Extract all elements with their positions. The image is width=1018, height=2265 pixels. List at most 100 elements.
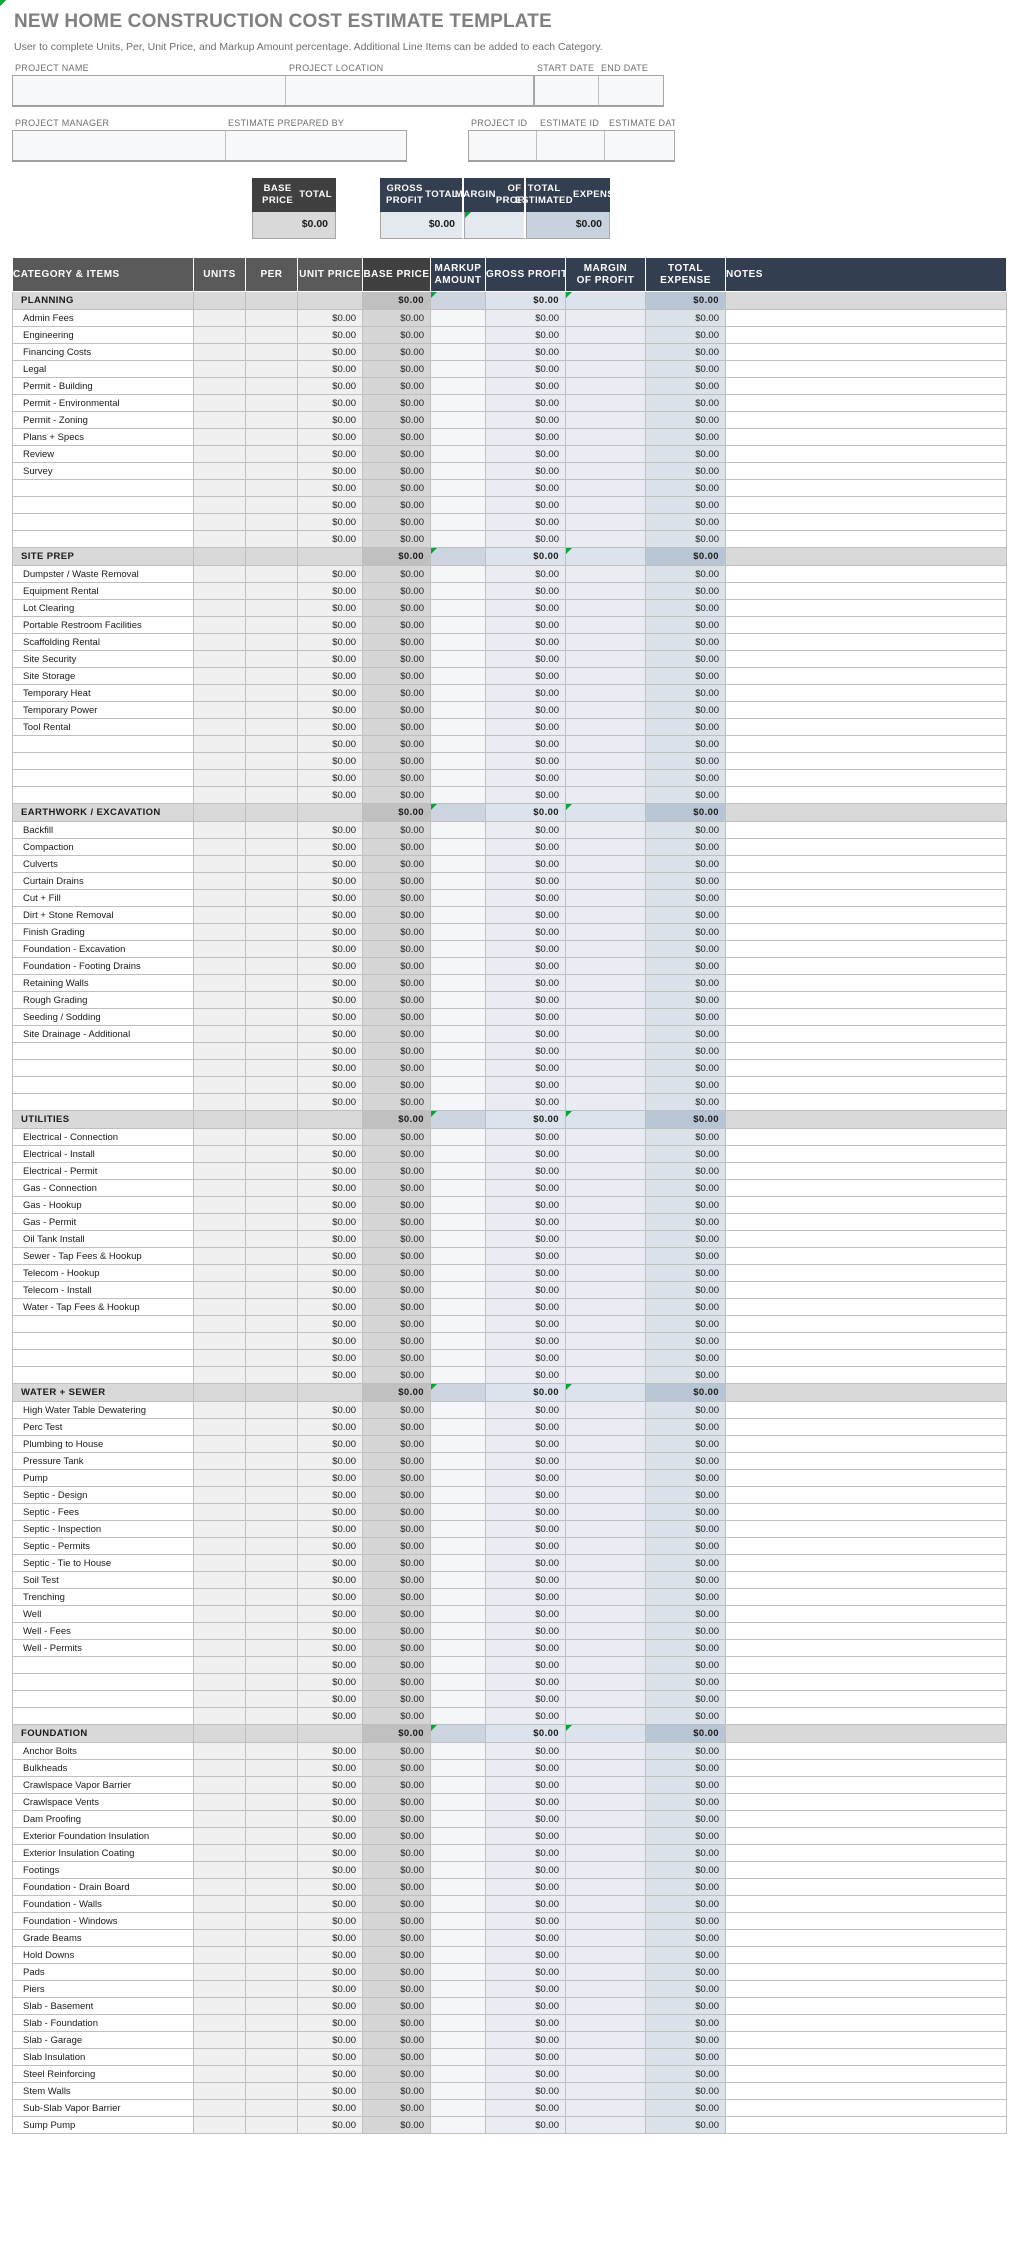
row-unit-price[interactable]: $0.00 bbox=[297, 1503, 363, 1521]
row-base-price[interactable]: $0.00 bbox=[362, 2048, 431, 2066]
row-per[interactable] bbox=[245, 530, 298, 548]
table-row[interactable]: Sub-Slab Vapor Barrier $0.00 $0.00 $0.00 $0.… bbox=[12, 2099, 1007, 2117]
row-units[interactable] bbox=[193, 1776, 246, 1794]
row-margin-of-profit[interactable] bbox=[565, 1298, 646, 1316]
row-base-price[interactable]: $0.00 bbox=[362, 1452, 431, 1470]
row-per[interactable] bbox=[245, 599, 298, 617]
row-units[interactable] bbox=[193, 906, 246, 924]
row-unit-price[interactable]: $0.00 bbox=[297, 1435, 363, 1453]
row-notes[interactable] bbox=[725, 1059, 1007, 1077]
row-item-name[interactable]: Cut + Fill bbox=[12, 889, 194, 907]
table-row[interactable]: Temporary Power $0.00 $0.00 $0.00 $0.00 bbox=[12, 701, 1007, 719]
row-item-name[interactable]: Dumpster / Waste Removal bbox=[12, 565, 194, 583]
row-total-expense[interactable]: $0.00 bbox=[645, 1366, 726, 1384]
row-units[interactable] bbox=[193, 1128, 246, 1146]
row-gross-profit[interactable]: $0.00 bbox=[485, 1298, 566, 1316]
section-notes-cell[interactable] bbox=[725, 547, 1007, 566]
row-total-expense[interactable]: $0.00 bbox=[645, 1759, 726, 1777]
row-margin-of-profit[interactable] bbox=[565, 957, 646, 975]
row-units[interactable] bbox=[193, 1605, 246, 1623]
section-margin-cell[interactable] bbox=[565, 1110, 646, 1129]
table-row[interactable]: Stem Walls $0.00 $0.00 $0.00 $0.00 bbox=[12, 2082, 1007, 2100]
row-markup-amount[interactable] bbox=[430, 530, 486, 548]
row-base-price[interactable]: $0.00 bbox=[362, 1980, 431, 1998]
row-markup-amount[interactable] bbox=[430, 411, 486, 429]
row-item-name[interactable]: Sub-Slab Vapor Barrier bbox=[12, 2099, 194, 2117]
row-markup-amount[interactable] bbox=[430, 1247, 486, 1265]
table-row[interactable]: Perc Test $0.00 $0.00 $0.00 $0.00 bbox=[12, 1418, 1007, 1436]
row-units[interactable] bbox=[193, 1196, 246, 1214]
row-base-price[interactable]: $0.00 bbox=[362, 1997, 431, 2015]
row-base-price[interactable]: $0.00 bbox=[362, 1264, 431, 1282]
row-item-name[interactable]: Foundation - Footing Drains bbox=[12, 957, 194, 975]
row-unit-price[interactable]: $0.00 bbox=[297, 496, 363, 514]
row-unit-price[interactable]: $0.00 bbox=[297, 394, 363, 412]
row-item-name[interactable]: Gas - Hookup bbox=[12, 1196, 194, 1214]
row-base-price[interactable]: $0.00 bbox=[362, 513, 431, 531]
row-item-name[interactable] bbox=[12, 1656, 194, 1674]
summary-total-estimated-expense-value[interactable]: $0.00 bbox=[526, 212, 610, 239]
section-unit-price-cell[interactable] bbox=[297, 803, 363, 822]
row-base-price[interactable]: $0.00 bbox=[362, 633, 431, 651]
section-markup-cell[interactable] bbox=[430, 1383, 486, 1402]
row-total-expense[interactable]: $0.00 bbox=[645, 1179, 726, 1197]
row-item-name[interactable] bbox=[12, 1366, 194, 1384]
row-gross-profit[interactable]: $0.00 bbox=[485, 1076, 566, 1094]
row-per[interactable] bbox=[245, 2065, 298, 2083]
row-gross-profit[interactable]: $0.00 bbox=[485, 1486, 566, 1504]
row-per[interactable] bbox=[245, 565, 298, 583]
row-total-expense[interactable]: $0.00 bbox=[645, 1418, 726, 1436]
row-total-expense[interactable]: $0.00 bbox=[645, 599, 726, 617]
row-gross-profit[interactable]: $0.00 bbox=[485, 1878, 566, 1896]
row-base-price[interactable]: $0.00 bbox=[362, 1810, 431, 1828]
row-notes[interactable] bbox=[725, 821, 1007, 839]
row-per[interactable] bbox=[245, 889, 298, 907]
table-row-blank[interactable]: $0.00 $0.00 $0.00 $0.00 bbox=[12, 496, 1007, 514]
row-gross-profit[interactable]: $0.00 bbox=[485, 1281, 566, 1299]
row-total-expense[interactable]: $0.00 bbox=[645, 377, 726, 395]
row-notes[interactable] bbox=[725, 377, 1007, 395]
row-markup-amount[interactable] bbox=[430, 752, 486, 770]
row-base-price[interactable]: $0.00 bbox=[362, 309, 431, 327]
row-markup-amount[interactable] bbox=[430, 1605, 486, 1623]
row-markup-amount[interactable] bbox=[430, 855, 486, 873]
row-units[interactable] bbox=[193, 1298, 246, 1316]
row-gross-profit[interactable]: $0.00 bbox=[485, 650, 566, 668]
row-total-expense[interactable]: $0.00 bbox=[645, 769, 726, 787]
row-per[interactable] bbox=[245, 1912, 298, 1930]
row-margin-of-profit[interactable] bbox=[565, 838, 646, 856]
row-margin-of-profit[interactable] bbox=[565, 1247, 646, 1265]
row-notes[interactable] bbox=[725, 1639, 1007, 1657]
row-unit-price[interactable]: $0.00 bbox=[297, 633, 363, 651]
row-gross-profit[interactable]: $0.00 bbox=[485, 1861, 566, 1879]
row-base-price[interactable]: $0.00 bbox=[362, 1878, 431, 1896]
row-item-name[interactable]: Gas - Connection bbox=[12, 1179, 194, 1197]
row-per[interactable] bbox=[245, 957, 298, 975]
row-notes[interactable] bbox=[725, 872, 1007, 890]
row-base-price[interactable]: $0.00 bbox=[362, 479, 431, 497]
table-row[interactable]: Tool Rental $0.00 $0.00 $0.00 $0.00 bbox=[12, 718, 1007, 736]
row-gross-profit[interactable]: $0.00 bbox=[485, 735, 566, 753]
row-markup-amount[interactable] bbox=[430, 2014, 486, 2032]
row-notes[interactable] bbox=[725, 1179, 1007, 1197]
row-unit-price[interactable]: $0.00 bbox=[297, 1793, 363, 1811]
row-notes[interactable] bbox=[725, 1076, 1007, 1094]
row-notes[interactable] bbox=[725, 2116, 1007, 2134]
row-unit-price[interactable]: $0.00 bbox=[297, 479, 363, 497]
row-gross-profit[interactable]: $0.00 bbox=[485, 1520, 566, 1538]
row-base-price[interactable]: $0.00 bbox=[362, 2082, 431, 2100]
row-gross-profit[interactable]: $0.00 bbox=[485, 565, 566, 583]
row-base-price[interactable]: $0.00 bbox=[362, 1537, 431, 1555]
row-gross-profit[interactable]: $0.00 bbox=[485, 2082, 566, 2100]
row-units[interactable] bbox=[193, 445, 246, 463]
row-per[interactable] bbox=[245, 496, 298, 514]
table-row[interactable]: Slab - Foundation $0.00 $0.00 $0.00 $0.00 bbox=[12, 2014, 1007, 2032]
row-unit-price[interactable]: $0.00 bbox=[297, 1588, 363, 1606]
row-unit-price[interactable]: $0.00 bbox=[297, 326, 363, 344]
row-unit-price[interactable]: $0.00 bbox=[297, 1332, 363, 1350]
row-base-price[interactable]: $0.00 bbox=[362, 445, 431, 463]
row-total-expense[interactable]: $0.00 bbox=[645, 1247, 726, 1265]
row-notes[interactable] bbox=[725, 906, 1007, 924]
table-row-blank[interactable]: $0.00 $0.00 $0.00 $0.00 bbox=[12, 479, 1007, 497]
row-unit-price[interactable]: $0.00 bbox=[297, 343, 363, 361]
